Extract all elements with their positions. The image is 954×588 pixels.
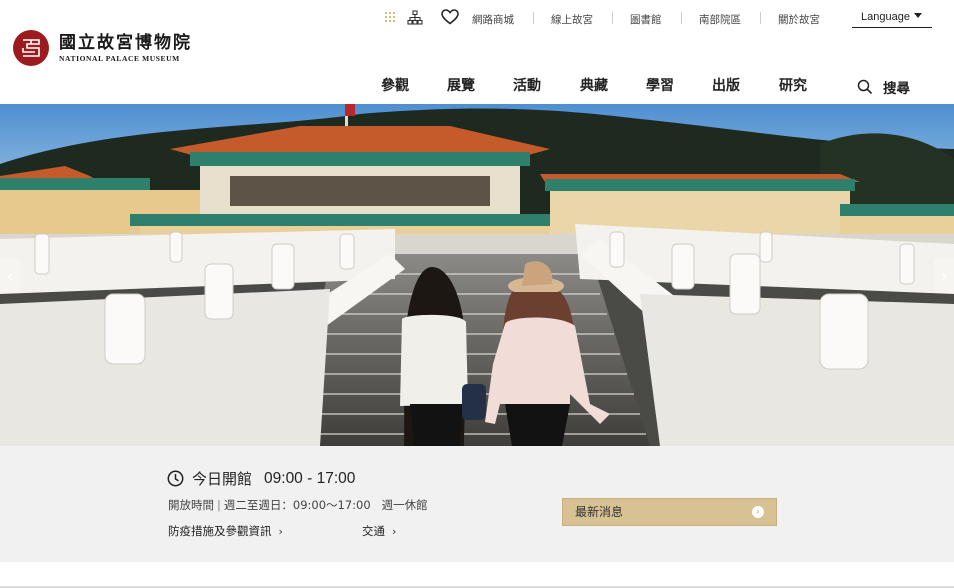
- nav-item-collections[interactable]: 典藏: [580, 75, 608, 95]
- sitemap-icon[interactable]: [407, 10, 423, 28]
- opening-hours-detail: 開放時間 | 週二至週日：09:00～17:00 週一休館: [168, 497, 428, 513]
- chevron-right-icon: ›: [392, 525, 397, 538]
- nav-item-publications[interactable]: 出版: [712, 75, 740, 95]
- closed-day-text: 週一休館: [381, 498, 428, 512]
- language-label: Language: [861, 11, 910, 23]
- museum-logo[interactable]: 國立故宮博物院 NATIONAL PALACE MUSEUM: [13, 30, 192, 66]
- nav-item-visit[interactable]: 參觀: [381, 75, 409, 95]
- latest-news-button[interactable]: 最新消息 ›: [562, 498, 777, 526]
- online-shop-link[interactable]: 網路商城: [472, 12, 514, 27]
- search-label: 搜尋: [883, 81, 910, 97]
- covid-info-link[interactable]: 防疫措施及參觀資訊 ›: [168, 523, 283, 539]
- library-link[interactable]: 圖書館: [630, 12, 662, 27]
- divider: [612, 12, 613, 24]
- hero-slider: ‹ ›: [0, 104, 954, 446]
- divider: [681, 12, 682, 24]
- today-hours: 今日開館 09:00 - 17:00: [167, 468, 355, 489]
- museum-name-cn: 國立故宮博物院: [59, 33, 192, 53]
- heart-icon[interactable]: [441, 9, 459, 28]
- hours-text: 週二至週日：09:00～17:00: [223, 498, 371, 512]
- museum-name-en: NATIONAL PALACE MUSEUM: [59, 54, 180, 63]
- seal-emblem-icon: [13, 30, 49, 66]
- dots-menu-icon[interactable]: [385, 12, 395, 22]
- hero-next-button[interactable]: ›: [934, 259, 954, 293]
- language-selector[interactable]: Language: [852, 9, 932, 28]
- chevron-right-icon: ›: [278, 525, 283, 538]
- about-link[interactable]: 關於故宮: [778, 12, 820, 27]
- chevron-left-icon: ‹: [6, 265, 14, 287]
- transport-label: 交通: [362, 524, 385, 538]
- utility-nav: 網路商城 線上故宮 圖書館 南部院區 關於故宮 Language: [0, 9, 954, 29]
- site-header: 國立故宮博物院 NATIONAL PALACE MUSEUM 網路商城 線上故宮…: [0, 0, 954, 104]
- latest-news-label: 最新消息: [575, 505, 624, 519]
- divider: [533, 12, 534, 24]
- hero-image: [0, 104, 954, 446]
- search-icon: [857, 79, 873, 95]
- covid-info-label: 防疫措施及參觀資訊: [168, 524, 272, 538]
- visit-info-panel: 今日開館 09:00 - 17:00 開放時間 | 週二至週日：09:00～17:0…: [0, 446, 954, 562]
- arrow-circle-icon: ›: [752, 506, 764, 518]
- divider: [760, 12, 761, 24]
- chevron-right-icon: ›: [940, 265, 948, 287]
- hero-prev-button[interactable]: ‹: [0, 259, 20, 293]
- hours-label: 開放時間: [168, 498, 214, 512]
- online-museum-link[interactable]: 線上故宮: [551, 12, 593, 27]
- caret-down-icon: [913, 13, 922, 18]
- southern-branch-link[interactable]: 南部院區: [699, 12, 741, 27]
- today-open-hours: 09:00 - 17:00: [264, 469, 356, 487]
- search-button[interactable]: 搜尋: [857, 77, 910, 97]
- today-open-label: 今日開館: [192, 470, 253, 488]
- divider: |: [217, 498, 221, 512]
- nav-item-research[interactable]: 研究: [779, 75, 807, 95]
- nav-item-learning[interactable]: 學習: [646, 75, 674, 95]
- nav-item-exhibitions[interactable]: 展覽: [447, 75, 475, 95]
- transport-link[interactable]: 交通 ›: [362, 523, 396, 539]
- clock-icon: [167, 470, 184, 487]
- nav-item-events[interactable]: 活動: [513, 75, 541, 95]
